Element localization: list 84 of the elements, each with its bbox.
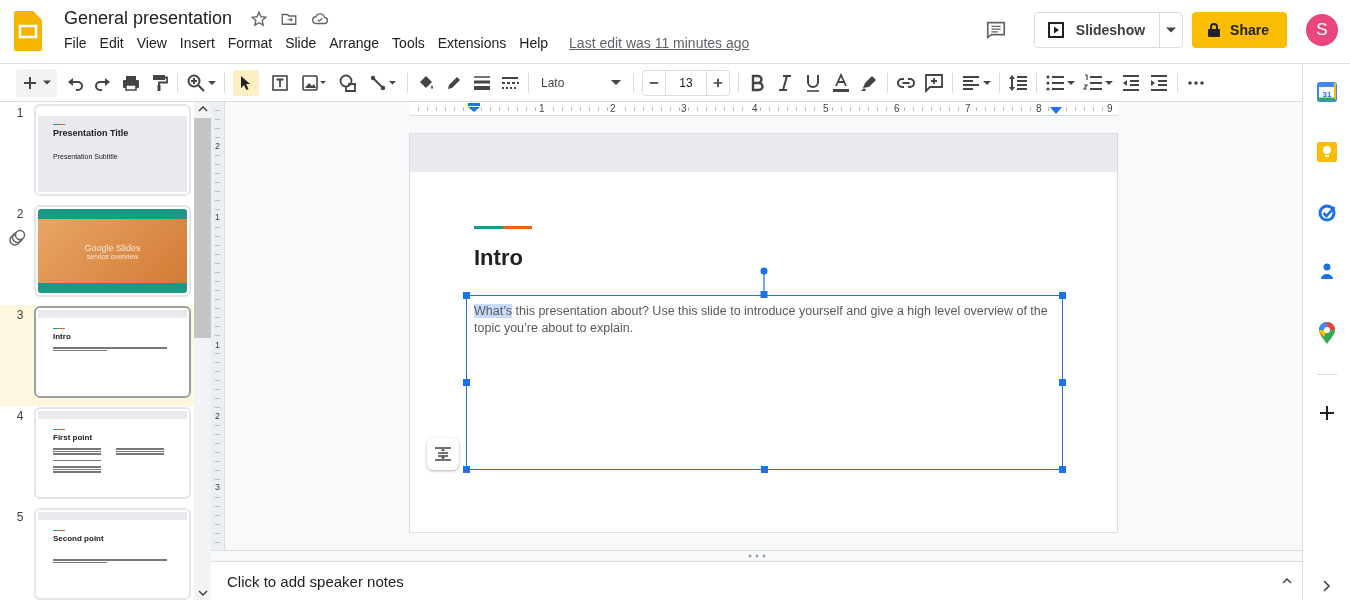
thumbnail-title: Second point bbox=[53, 534, 105, 543]
scrollbar[interactable] bbox=[194, 102, 211, 600]
resize-handle[interactable] bbox=[463, 466, 470, 473]
text-box[interactable]: What’s this presentation about? Use this slide to introduce yourself and give a high level overview of the topic you’re about to explain. bbox=[466, 295, 1063, 470]
select-tool[interactable] bbox=[233, 69, 259, 96]
scroll-up-icon[interactable] bbox=[1282, 578, 1292, 584]
line-icon bbox=[370, 74, 398, 91]
menu-item[interactable]: Help bbox=[519, 33, 549, 53]
slide-thumbnail[interactable]: First point bbox=[34, 407, 191, 499]
share-button[interactable]: Share bbox=[1192, 12, 1287, 48]
slideshow-split-button[interactable]: Slideshow bbox=[1033, 12, 1184, 48]
menu-item[interactable]: Arrange bbox=[329, 33, 380, 53]
user-avatar[interactable]: S bbox=[1306, 14, 1338, 46]
indent-marker-icon[interactable] bbox=[1049, 107, 1062, 114]
image-icon bbox=[302, 74, 326, 91]
autofit-icon bbox=[434, 445, 452, 463]
expand-icon[interactable] bbox=[1322, 580, 1331, 592]
thumbnail-title: Presentation Title bbox=[53, 128, 130, 138]
caret-icon bbox=[611, 80, 621, 85]
numbered-list-icon[interactable] bbox=[1083, 72, 1103, 93]
calendar-icon[interactable]: 31 bbox=[1316, 82, 1337, 102]
resize-handle[interactable] bbox=[463, 292, 470, 299]
menu-item[interactable]: Insert bbox=[179, 33, 215, 53]
menu-item[interactable]: Extensions bbox=[437, 33, 507, 53]
caret-icon[interactable] bbox=[1166, 27, 1177, 33]
caret-icon[interactable] bbox=[1067, 80, 1075, 85]
add-icon[interactable] bbox=[1318, 405, 1335, 421]
slide-number: 3 bbox=[16, 308, 24, 322]
slideshow-label: Slideshow bbox=[1075, 22, 1146, 38]
document-title[interactable]: General presentation bbox=[64, 8, 233, 29]
indent-marker-icon[interactable] bbox=[467, 103, 480, 112]
rotate-handle[interactable] bbox=[760, 267, 768, 298]
font-dropdown[interactable]: Lato bbox=[537, 75, 625, 90]
drag-handle-icon[interactable] bbox=[747, 554, 766, 558]
slide-number: 1 bbox=[16, 106, 24, 120]
thumbnail-title: Google Slides bbox=[84, 242, 141, 253]
thumbnail-title: Intro bbox=[53, 332, 72, 341]
resize-handle[interactable] bbox=[1059, 292, 1066, 299]
comments-icon[interactable] bbox=[984, 19, 1007, 41]
menu-item[interactable]: View bbox=[136, 33, 167, 53]
thumbnail-title: First point bbox=[53, 433, 94, 442]
slide-number: 5 bbox=[16, 510, 24, 524]
decrease-indent-icon[interactable] bbox=[1121, 72, 1141, 93]
menu-item[interactable]: Format bbox=[227, 33, 273, 53]
resize-handle[interactable] bbox=[1059, 466, 1066, 473]
shape-icon bbox=[339, 73, 357, 92]
text-box-icon bbox=[271, 73, 289, 92]
text-color-icon[interactable] bbox=[831, 72, 851, 93]
zoom-icon[interactable] bbox=[186, 72, 206, 93]
add-comment-icon[interactable] bbox=[924, 72, 944, 93]
scroll-up-icon[interactable] bbox=[197, 106, 208, 112]
vertical-ruler: 2 1 1 2 3 bbox=[211, 102, 225, 550]
resize-handle[interactable] bbox=[1059, 378, 1066, 386]
menu-item[interactable]: Slide bbox=[285, 33, 317, 53]
menu-item[interactable]: File bbox=[64, 33, 87, 53]
linked-slide-icon bbox=[8, 229, 26, 247]
menu-item[interactable]: Edit bbox=[99, 33, 124, 53]
play-icon bbox=[1047, 22, 1064, 38]
slide-number: 4 bbox=[16, 409, 24, 423]
slide-thumbnail[interactable]: Intro bbox=[34, 306, 191, 398]
tasks-icon[interactable] bbox=[1316, 202, 1337, 222]
accent-line-drawing bbox=[474, 226, 532, 229]
speaker-notes-field[interactable]: Click to add speaker notes bbox=[227, 572, 404, 590]
body-text[interactable]: What’s this presentation about? Use this slide to introduce yourself and give a high level overview of the topic you’re about to explain. bbox=[474, 303, 1054, 337]
resize-handle[interactable] bbox=[463, 378, 470, 386]
caret-icon[interactable] bbox=[1105, 80, 1113, 85]
star-icon[interactable] bbox=[250, 9, 269, 28]
slide-title[interactable]: Intro bbox=[474, 245, 523, 271]
plus-icon bbox=[23, 75, 37, 90]
caret-icon bbox=[43, 80, 51, 85]
caret-icon[interactable] bbox=[983, 80, 991, 85]
horizontal-ruler: 1 2 3 4 5 6 7 8 9 bbox=[409, 102, 1118, 116]
map-pin-icon[interactable] bbox=[1318, 322, 1335, 344]
increase-indent-icon[interactable] bbox=[1149, 72, 1169, 93]
resize-handle[interactable] bbox=[760, 466, 768, 473]
menu-item[interactable]: Tools bbox=[392, 33, 425, 53]
slide-thumbnail[interactable]: Second point bbox=[34, 508, 191, 600]
caret-icon[interactable] bbox=[208, 80, 216, 85]
scroll-down-icon[interactable] bbox=[197, 590, 208, 596]
slide-number: 2 bbox=[16, 207, 24, 221]
last-edit-link[interactable]: Last edit was 11 minutes ago bbox=[569, 35, 750, 51]
lock-icon bbox=[1208, 23, 1221, 37]
autofit-button[interactable] bbox=[427, 438, 459, 470]
new-slide-button[interactable] bbox=[16, 68, 57, 97]
